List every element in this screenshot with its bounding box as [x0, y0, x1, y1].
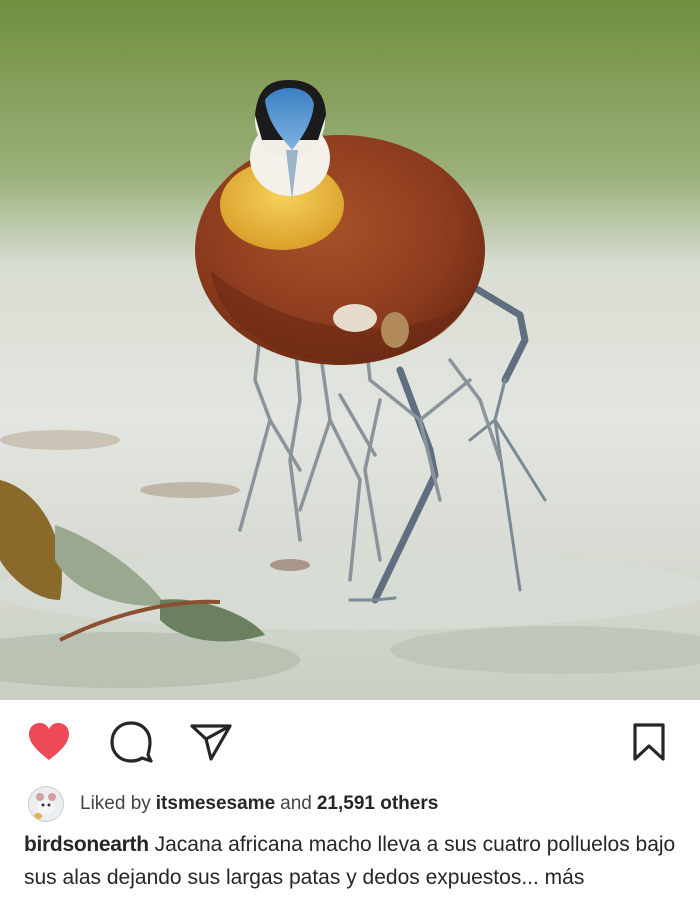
liker-username[interactable]: itsmesesame	[156, 793, 275, 815]
save-button[interactable]	[626, 721, 672, 763]
comment-bubble-icon	[110, 721, 153, 763]
likes-prefix: Liked by	[80, 793, 151, 814]
bookmark-icon	[633, 723, 665, 761]
avatar-icon	[29, 787, 63, 821]
post-photo[interactable]	[0, 0, 700, 700]
likes-count[interactable]: 21,591 others	[317, 793, 438, 815]
jacana-illustration	[0, 0, 700, 700]
like-button[interactable]	[26, 721, 72, 763]
likes-summary: Liked by itsmesesame and 21,591 others	[28, 786, 443, 822]
paper-plane-icon	[190, 724, 232, 761]
share-button[interactable]	[188, 721, 234, 763]
liker-avatar[interactable]	[28, 786, 64, 822]
post-action-bar	[0, 700, 700, 784]
comment-button[interactable]	[108, 721, 154, 763]
heart-filled-icon	[29, 723, 69, 760]
caption-more-link[interactable]: más	[545, 866, 585, 889]
post-caption: birdsonearth Jacana africana macho lleva…	[24, 828, 684, 894]
likes-connector: and	[280, 793, 312, 814]
caption-username[interactable]: birdsonearth	[24, 833, 149, 856]
